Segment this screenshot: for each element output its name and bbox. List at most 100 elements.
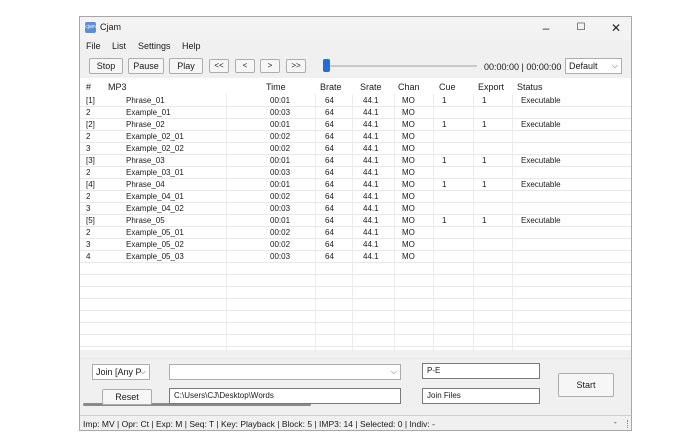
play-button[interactable]: Play [169,58,203,74]
stop-button[interactable]: Stop [89,58,123,74]
fast-forward-button[interactable]: >> [286,59,306,73]
row-srate: 44.1 [363,204,379,213]
column-divider [315,94,316,352]
row-number: 2 [86,132,91,141]
row-srate: 44.1 [363,156,379,165]
row-number: 2 [86,108,91,117]
row-mp3: Example_05_03 [126,252,184,261]
row-time: 00:03 [270,204,291,213]
row-status: Executable [521,96,561,105]
menu-file[interactable]: File [86,41,101,51]
row-srate: 44.1 [363,168,379,177]
rewind-button[interactable]: << [209,59,229,73]
table-row[interactable]: 4 Example_05_03 00:03 64 44.1 MO [80,251,631,263]
row-status: Executable [521,180,561,189]
table-row[interactable]: [5] Phrase_05 00:01 64 44.1 MO 1 1 Executable [80,215,631,227]
status-separator: | [149,419,156,429]
row-time: 00:03 [270,108,291,117]
column-header-chan[interactable]: Chan [398,82,420,92]
table-row[interactable]: 3 Example_04_02 00:03 64 44.1 MO [80,203,631,215]
empty-row [80,299,631,311]
row-srate: 44.1 [363,240,379,249]
table-row[interactable]: 2 Example_01 00:03 64 44.1 MO [80,107,631,119]
timecode-readout: 00:00:00 | 00:00:00 [484,62,562,72]
next-button[interactable]: > [260,59,280,73]
row-srate: 44.1 [363,96,379,105]
join-mode-dropdown[interactable]: Join [Any P ⌵ [92,364,150,380]
column-header-export[interactable]: Export [478,82,504,92]
row-srate: 44.1 [363,216,379,225]
column-header-brate[interactable]: Brate [320,82,342,92]
menu-help[interactable]: Help [182,41,201,51]
reset-button[interactable]: Reset [102,389,152,405]
row-mp3: Example_04_01 [126,192,184,201]
close-icon[interactable]: ✕ [599,17,631,39]
row-brate: 64 [325,240,334,249]
status-separator: | [274,419,282,429]
profile-dropdown[interactable]: Default ⌵ [565,58,622,74]
row-time: 00:02 [270,192,291,201]
table-row[interactable]: [3] Phrase_03 00:01 64 44.1 MO 1 1 Executable [80,155,631,167]
row-brate: 64 [325,120,334,129]
maximize-icon[interactable]: ☐ [564,17,598,39]
join-files-field[interactable]: Join Files [422,388,540,404]
minimize-icon[interactable]: – [529,17,563,39]
column-header-time[interactable]: Time [266,82,286,92]
chevron-down-icon: ⌵ [390,367,397,376]
table-row[interactable]: 2 Example_02_01 00:02 64 44.1 MO [80,131,631,143]
table-row[interactable]: [4] Phrase_04 00:01 64 44.1 MO 1 1 Executable [80,179,631,191]
column-header-number[interactable]: # [86,82,91,92]
column-header-cue[interactable]: Cue [439,82,456,92]
table-row[interactable]: [2] Phrase_02 00:01 64 44.1 MO 1 1 Executable [80,119,631,131]
status-field: Key: Playback [221,419,275,429]
row-number: 3 [86,204,91,213]
row-mp3: Phrase_04 [126,180,165,189]
row-number: 2 [86,192,91,201]
slider-thumb[interactable] [323,59,330,72]
row-brate: 64 [325,156,334,165]
row-chan: MO [402,108,415,117]
row-brate: 64 [325,108,334,117]
table-row[interactable]: [1] Phrase_01 00:01 64 44.1 MO 1 1 Executable [80,95,631,107]
row-time: 00:02 [270,132,291,141]
join-target-dropdown[interactable]: ⌵ [169,364,401,380]
table-row[interactable]: 2 Example_03_01 00:03 64 44.1 MO [80,167,631,179]
row-mp3: Example_05_01 [126,228,184,237]
row-mp3: Example_04_02 [126,204,184,213]
table-row[interactable]: 3 Example_02_02 00:02 64 44.1 MO [80,143,631,155]
row-srate: 44.1 [363,228,379,237]
row-mp3: Phrase_03 [126,156,165,165]
resize-grip-icon[interactable] [622,420,628,428]
app-icon: cjam [85,22,96,33]
table-row[interactable]: 2 Example_05_01 00:02 64 44.1 MO [80,227,631,239]
table-row[interactable]: 3 Example_05_02 00:02 64 44.1 MO [80,239,631,251]
status-field: Selected: 0 [359,419,403,429]
previous-button[interactable]: < [235,59,255,73]
app-window: cjam Cjam – ☐ ✕ File List Settings Help … [79,16,632,431]
position-slider[interactable] [327,65,477,67]
window-title: Cjam [100,22,122,32]
menu-list[interactable]: List [112,41,126,51]
path-field[interactable]: C:\Users\CJ\Desktop\Words [169,388,401,404]
empty-row [80,335,631,347]
pe-field[interactable]: P-E [422,363,540,379]
row-chan: MO [402,120,415,129]
menu-settings[interactable]: Settings [138,41,171,51]
column-header-status[interactable]: Status [517,82,543,92]
row-srate: 44.1 [363,120,379,129]
row-mp3: Phrase_05 [126,216,165,225]
status-separator: | [353,419,360,429]
track-list[interactable]: # MP3 Time Brate Srate Chan Cue Export S… [80,78,631,406]
column-header-mp3[interactable]: MP3 [108,82,127,92]
status-field: Indiv: - [409,419,435,429]
pause-button[interactable]: Pause [128,58,164,74]
column-header-srate[interactable]: Srate [360,82,382,92]
row-number: [5] [86,216,95,225]
chevron-down-icon: ⌵ [139,367,146,376]
row-number: 4 [86,252,91,261]
row-number: 2 [86,168,91,177]
row-chan: MO [402,180,415,189]
start-button[interactable]: Start [558,373,614,397]
row-srate: 44.1 [363,108,379,117]
table-row[interactable]: 2 Example_04_01 00:02 64 44.1 MO [80,191,631,203]
